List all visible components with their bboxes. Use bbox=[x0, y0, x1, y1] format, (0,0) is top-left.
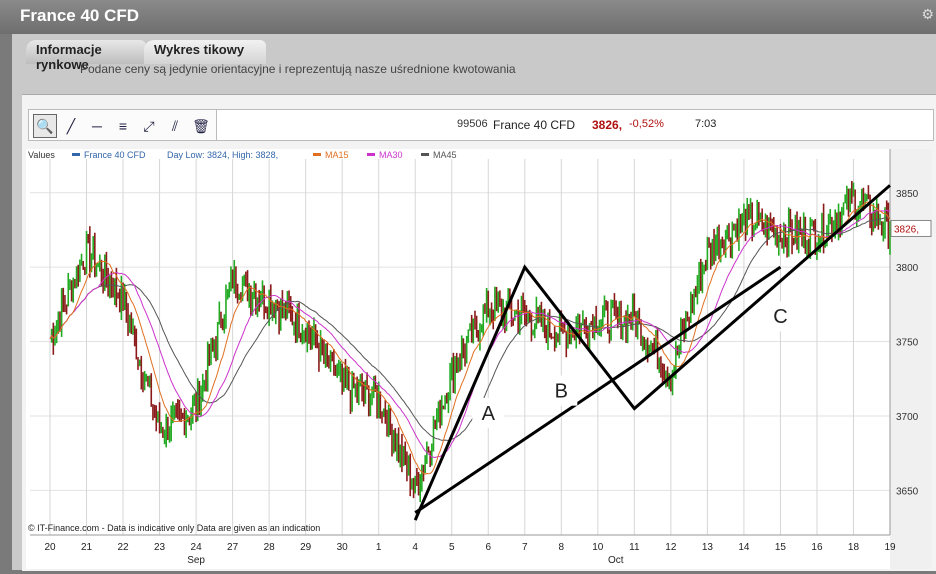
x-tick-label: 19 bbox=[884, 542, 896, 553]
x-tick-label: 7 bbox=[522, 542, 528, 553]
settings-icon[interactable]: ⚙ bbox=[921, 6, 934, 23]
legend-daylow-label: Day Low: 3824, High: 3828, bbox=[167, 150, 278, 160]
horizontal-line-icon[interactable]: ─ bbox=[85, 114, 109, 138]
x-tick-label: 24 bbox=[191, 542, 203, 553]
x-tick-label: 30 bbox=[337, 542, 349, 553]
quote-time: 7:03 bbox=[695, 118, 717, 130]
x-tick-label: 6 bbox=[485, 542, 491, 553]
x-tick-label: 8 bbox=[559, 542, 565, 553]
trend-channel-icon[interactable]: ⤢ bbox=[137, 114, 161, 138]
x-tick-label: 29 bbox=[300, 542, 312, 553]
instrument-id: 99506 bbox=[457, 118, 488, 130]
legend-values-label: Values bbox=[28, 150, 55, 160]
legend-ma45-swatch bbox=[421, 153, 429, 156]
window-title: France 40 CFD bbox=[20, 6, 140, 25]
y-tick-label: 3700 bbox=[896, 412, 919, 423]
y-tick-label: 3850 bbox=[896, 189, 919, 200]
parallel-lines-icon[interactable]: ⫽ bbox=[163, 114, 187, 138]
x-tick-label: 13 bbox=[702, 542, 714, 553]
x-tick-label: 23 bbox=[154, 542, 166, 553]
legend-ma30-label: MA30 bbox=[379, 150, 403, 160]
annotation-label-c: C bbox=[773, 306, 787, 328]
legend-ma30-swatch bbox=[367, 153, 375, 156]
x-tick-label: 1 bbox=[376, 542, 382, 553]
chart-container: 🔍 ╱ ─ ≡ ⤢ ⫽ 🗑 99506 France 40 CFD 3826, … bbox=[22, 94, 936, 571]
x-tick-label: 18 bbox=[848, 542, 860, 553]
x-tick-label: 4 bbox=[412, 542, 418, 553]
legend-ma45-label: MA45 bbox=[433, 150, 457, 160]
x-tick-label: 14 bbox=[738, 542, 750, 553]
legend-ma15-label: MA15 bbox=[325, 150, 349, 160]
tab-label: Wykres tikowy bbox=[154, 42, 245, 57]
plot-area[interactable]: Values France 40 CFD Day Low: 3824, High: … bbox=[26, 149, 932, 569]
plot-background bbox=[26, 149, 932, 569]
x-tick-label: 28 bbox=[264, 542, 276, 553]
x-tick-label: 15 bbox=[775, 542, 787, 553]
tab-tick-chart[interactable]: Wykres tikowy bbox=[144, 40, 266, 64]
trash-icon[interactable]: 🗑 bbox=[189, 114, 213, 138]
price-chart[interactable]: Values France 40 CFD Day Low: 3824, High: … bbox=[26, 149, 932, 569]
x-tick-label: 10 bbox=[592, 542, 604, 553]
price-change: -0,52% bbox=[629, 118, 664, 130]
x-tick-label: 11 bbox=[629, 542, 640, 553]
zoom-icon[interactable]: 🔍 bbox=[33, 114, 57, 138]
x-tick-label: 21 bbox=[81, 542, 93, 553]
tab-market-info[interactable]: Informacje rynkowe bbox=[26, 40, 146, 72]
x-tick-label: 20 bbox=[44, 542, 56, 553]
month-label: Oct bbox=[608, 555, 624, 566]
annotation-label-b: B bbox=[555, 381, 568, 403]
x-tick-label: 16 bbox=[811, 542, 823, 553]
draw-line-icon[interactable]: ╱ bbox=[59, 114, 83, 138]
instrument-info-bar: 99506 France 40 CFD 3826, -0,52% 7:03 bbox=[216, 109, 934, 141]
annotation-label-a: A bbox=[482, 403, 496, 425]
x-tick-label: 22 bbox=[117, 542, 129, 553]
fibonacci-icon[interactable]: ≡ bbox=[111, 114, 135, 138]
legend-series-label: France 40 CFD bbox=[84, 150, 146, 160]
y-tick-label: 3650 bbox=[896, 486, 919, 497]
chart-toolbar: 🔍 ╱ ─ ≡ ⤢ ⫽ 🗑 bbox=[28, 109, 218, 141]
x-tick-label: 12 bbox=[665, 542, 677, 553]
legend-ma15-swatch bbox=[313, 153, 321, 156]
y-axis-panel bbox=[890, 149, 932, 569]
window-titlebar: France 40 CFD ⚙ bbox=[0, 0, 936, 34]
y-tick-label: 3800 bbox=[896, 263, 919, 274]
copyright-footer: © IT-Finance.com - Data is indicative on… bbox=[28, 523, 320, 533]
price-notice: Podane ceny są jedynie orientacyjne i re… bbox=[80, 62, 516, 76]
y-tick-label: 3750 bbox=[896, 338, 919, 349]
x-tick-label: 27 bbox=[227, 542, 239, 553]
current-price-tag-label: 3826, bbox=[894, 224, 919, 235]
current-price: 3826, bbox=[592, 118, 623, 132]
instrument-name: France 40 CFD bbox=[493, 118, 576, 132]
legend-series-swatch bbox=[72, 153, 80, 156]
month-label: Sep bbox=[187, 555, 205, 566]
x-tick-label: 5 bbox=[449, 542, 455, 553]
